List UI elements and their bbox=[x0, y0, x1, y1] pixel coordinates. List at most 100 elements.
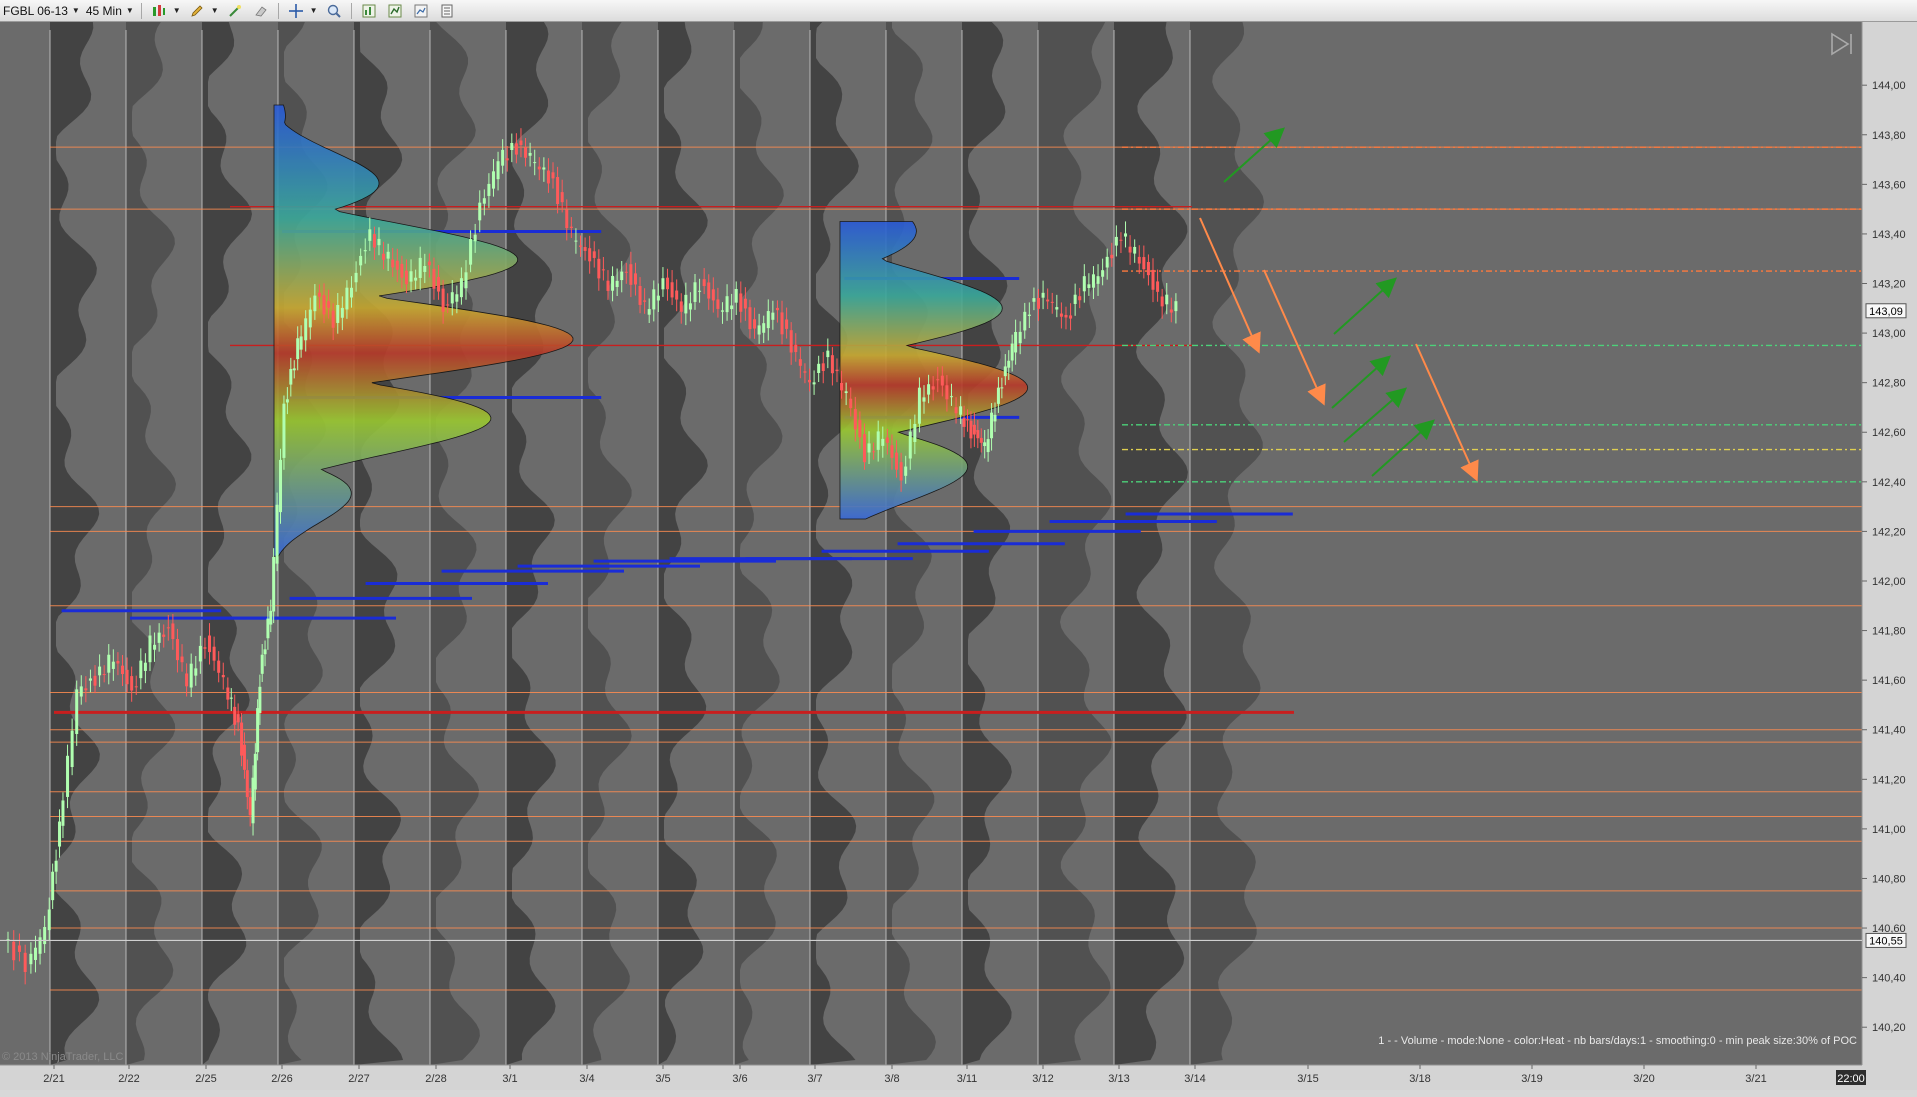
candle-body bbox=[304, 318, 308, 341]
candle-body bbox=[38, 937, 42, 954]
candle-body bbox=[647, 309, 651, 315]
properties-button[interactable] bbox=[434, 1, 460, 21]
candle-body bbox=[185, 673, 189, 687]
date-tick-label: 3/5 bbox=[655, 1073, 670, 1085]
candle-body bbox=[1087, 284, 1091, 288]
candle-body bbox=[510, 142, 514, 150]
candle-body bbox=[789, 330, 793, 353]
price-tick-label: 141,20 bbox=[1872, 774, 1906, 786]
candle-body bbox=[84, 688, 88, 691]
candle-body bbox=[794, 344, 798, 353]
candle-body bbox=[134, 686, 138, 688]
candle-body bbox=[812, 382, 816, 385]
crosshair-button[interactable]: ▼ bbox=[283, 1, 321, 21]
chevron-down-icon: ▼ bbox=[71, 6, 80, 15]
interval-selector[interactable]: 45 Min ▼ bbox=[83, 1, 137, 21]
price-marker-crosshair: 140,55 bbox=[1865, 932, 1907, 948]
zoom-icon bbox=[327, 4, 341, 18]
candle-body bbox=[217, 660, 221, 673]
candle-body bbox=[565, 209, 569, 229]
candle-body bbox=[285, 399, 289, 403]
interval-label: 45 Min bbox=[85, 3, 122, 18]
date-tick-label: 3/1 bbox=[502, 1073, 517, 1085]
candle-body bbox=[1000, 387, 1004, 389]
candle-body bbox=[70, 730, 74, 768]
candle-body bbox=[143, 662, 147, 671]
crosshair-icon bbox=[288, 3, 303, 18]
candle-body bbox=[130, 676, 134, 691]
wand-button[interactable] bbox=[222, 1, 248, 21]
candle-body bbox=[400, 263, 404, 278]
candle-body bbox=[1128, 246, 1132, 253]
price-chart[interactable]: 144,00 143,80 143,60 143,40 143,20 143,00 142,… bbox=[0, 22, 1917, 1090]
candle-body bbox=[272, 557, 276, 612]
candle-body bbox=[524, 147, 528, 158]
candle-body bbox=[263, 649, 267, 655]
candle-body bbox=[427, 261, 431, 266]
date-tick-label: 2/27 bbox=[348, 1073, 369, 1085]
candle-body bbox=[707, 282, 711, 299]
candle-body bbox=[102, 674, 106, 676]
candle-body bbox=[248, 797, 252, 816]
candle-body bbox=[1059, 313, 1063, 317]
price-tick-label: 142,20 bbox=[1872, 526, 1906, 538]
candle-body bbox=[876, 431, 880, 450]
candle-body bbox=[256, 708, 260, 753]
candle-body bbox=[233, 706, 237, 725]
zoom-button[interactable] bbox=[321, 1, 347, 21]
candle-body bbox=[762, 323, 766, 333]
candle-body bbox=[1055, 307, 1059, 310]
candle-body bbox=[720, 310, 724, 312]
candle-body bbox=[693, 282, 697, 302]
candle-body bbox=[913, 423, 917, 442]
wand-icon bbox=[228, 4, 241, 17]
candle-body bbox=[1082, 276, 1086, 292]
candle-body bbox=[75, 689, 79, 734]
candle-body bbox=[588, 248, 592, 262]
candle-body bbox=[972, 424, 976, 435]
candle-body bbox=[798, 359, 802, 366]
indicators-button[interactable] bbox=[356, 1, 382, 21]
candle-body bbox=[414, 277, 418, 281]
draw-tool-button[interactable]: ▼ bbox=[184, 1, 222, 21]
price-tick-label: 143,80 bbox=[1872, 130, 1906, 142]
candle-body bbox=[996, 387, 1000, 404]
candle-body bbox=[546, 170, 550, 184]
candle-body bbox=[743, 298, 747, 309]
candle-body bbox=[753, 319, 757, 329]
candle-body bbox=[661, 278, 665, 290]
chart-style-button[interactable]: ▼ bbox=[146, 1, 184, 21]
candle-body bbox=[491, 171, 495, 189]
candle-body bbox=[633, 273, 637, 285]
date-tick-label: 3/12 bbox=[1032, 1073, 1053, 1085]
candle-body bbox=[867, 443, 871, 453]
candle-body bbox=[116, 660, 120, 664]
candle-body bbox=[881, 438, 885, 446]
instrument-label: FGBL 06-13 bbox=[3, 3, 68, 18]
date-tick-label: 3/8 bbox=[884, 1073, 899, 1085]
strategy-button[interactable] bbox=[382, 1, 408, 21]
chart-toolbar: FGBL 06-13 ▼ 45 Min ▼ ▼ ▼ ▼ bbox=[0, 0, 1917, 22]
date-tick-label: 3/6 bbox=[732, 1073, 747, 1085]
candle-body bbox=[450, 292, 454, 304]
price-tick-label: 141,00 bbox=[1872, 824, 1906, 836]
candle-body bbox=[1010, 343, 1014, 361]
candle-body bbox=[945, 385, 949, 400]
candle-body bbox=[125, 669, 129, 685]
candle-body bbox=[666, 277, 670, 290]
candle-body bbox=[58, 821, 62, 847]
data-box-button[interactable] bbox=[408, 1, 434, 21]
instrument-selector[interactable]: FGBL 06-13 ▼ bbox=[0, 1, 83, 21]
price-tick-label: 143,20 bbox=[1872, 279, 1906, 291]
candle-body bbox=[537, 166, 541, 170]
candle-body bbox=[258, 686, 262, 713]
candle-body bbox=[253, 753, 257, 790]
candle-body bbox=[317, 292, 321, 297]
eraser-button[interactable] bbox=[248, 1, 274, 21]
candle-body bbox=[93, 675, 97, 686]
copyright-text: © 2013 NinjaTrader, LLC bbox=[2, 1051, 123, 1063]
candle-body bbox=[629, 264, 633, 285]
date-tick-label: 3/21 bbox=[1745, 1073, 1766, 1085]
candle-body bbox=[313, 295, 317, 312]
price-tick-label: 141,60 bbox=[1872, 675, 1906, 687]
